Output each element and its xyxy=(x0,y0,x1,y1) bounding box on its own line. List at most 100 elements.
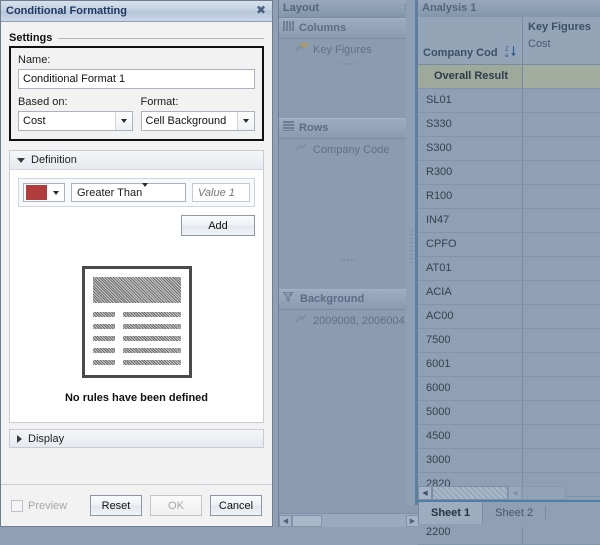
scrollbar-thumb[interactable] xyxy=(432,485,508,500)
scrollbar-right-segment[interactable]: ◀ xyxy=(508,485,566,500)
row-value xyxy=(523,113,600,136)
layout-splitter-grip[interactable]: ▪▪▪▪▪ xyxy=(279,61,418,69)
value-1-input[interactable] xyxy=(192,183,250,202)
analysis-panel-titlebar: Analysis 1 xyxy=(418,0,600,18)
row-value xyxy=(523,305,600,328)
table-row[interactable]: AT01 xyxy=(418,257,600,281)
layout-columns-body: Key Figures ▪▪▪▪▪ xyxy=(279,39,418,118)
table-row[interactable]: S330 xyxy=(418,113,600,137)
ok-button[interactable]: OK xyxy=(150,495,202,516)
row-key: CPFO xyxy=(418,233,523,256)
operator-value: Greater Than xyxy=(77,186,143,199)
cancel-button[interactable]: Cancel xyxy=(210,495,262,516)
table-row[interactable]: R100 xyxy=(418,185,600,209)
layout-section-columns[interactable]: Columns xyxy=(279,18,418,39)
definition-pane-header[interactable]: Definition xyxy=(10,151,263,170)
row-value xyxy=(523,401,600,424)
row-value xyxy=(523,233,600,256)
color-swatch xyxy=(26,185,47,200)
row-key: SL01 xyxy=(418,89,523,112)
splitter-grip[interactable] xyxy=(410,230,413,264)
table-row-total[interactable]: Overall Result xyxy=(418,65,600,89)
row-value xyxy=(523,137,600,160)
empty-rules-message: No rules have been defined xyxy=(64,392,209,404)
row-value xyxy=(523,449,600,472)
scroll-left-icon[interactable]: ◀ xyxy=(418,485,432,500)
table-row[interactable]: 6000 xyxy=(418,377,600,401)
table-row[interactable]: SL01 xyxy=(418,89,600,113)
preview-checkbox[interactable]: Preview xyxy=(11,499,67,512)
scrollbar-thumb-secondary[interactable] xyxy=(522,485,566,500)
layout-section-background[interactable]: Background xyxy=(279,289,418,310)
grid-header-dimension[interactable]: Company Cod Za xyxy=(418,17,523,64)
layout-horizontal-scrollbar[interactable]: ◀ ▶ xyxy=(279,513,419,527)
operator-select[interactable]: Greater Than xyxy=(71,182,186,202)
layout-panel-title: Layout xyxy=(283,2,320,14)
chevron-down-icon[interactable] xyxy=(142,182,149,199)
scroll-left-icon-secondary[interactable]: ◀ xyxy=(508,485,522,500)
table-row[interactable]: 6001 xyxy=(418,353,600,377)
grid-rows-container: SL01 S330 S300 R300 R100 IN47 CPFO AT01 ACIA AC00… xyxy=(418,89,600,545)
table-row[interactable]: IN47 xyxy=(418,209,600,233)
table-row[interactable]: 4500 xyxy=(418,425,600,449)
table-row[interactable]: ACIA xyxy=(418,281,600,305)
layout-item-key-figures[interactable]: Key Figures xyxy=(279,39,418,61)
tab-sheet-2[interactable]: Sheet 2 xyxy=(483,502,545,524)
tab-sheet-1[interactable]: Sheet 1 xyxy=(418,502,484,524)
settings-group-label: Settings xyxy=(9,32,53,44)
layout-item-company-code[interactable]: Company Code xyxy=(279,139,418,161)
chevron-right-icon[interactable] xyxy=(17,434,22,443)
display-pane-header[interactable]: Display xyxy=(9,429,264,448)
sheet-tab-bar: Sheet 1 Sheet 2 xyxy=(418,500,600,527)
based-on-select[interactable]: Cost xyxy=(18,111,133,131)
chevron-down-icon[interactable] xyxy=(114,112,132,130)
row-value xyxy=(523,161,600,184)
table-row[interactable]: 3000 xyxy=(418,449,600,473)
columns-icon xyxy=(283,19,294,38)
chevron-down-icon[interactable] xyxy=(17,157,25,163)
reset-button[interactable]: Reset xyxy=(90,495,142,516)
table-row[interactable]: AC00 xyxy=(418,305,600,329)
measure-label: Cost xyxy=(528,38,551,50)
table-row[interactable]: CPFO xyxy=(418,233,600,257)
layout-item-background-filter[interactable]: 2009008, 2006004, xyxy=(279,310,418,332)
scroll-left-icon[interactable]: ◀ xyxy=(279,514,292,527)
table-row[interactable]: 7500 xyxy=(418,329,600,353)
definition-pane-body: Greater Than Add xyxy=(10,170,263,422)
layout-section-rows[interactable]: Rows xyxy=(279,118,418,139)
row-key: ACIA xyxy=(418,281,523,304)
layout-item-label: 2009008, 2006004, xyxy=(313,315,408,327)
format-select[interactable]: Cell Background xyxy=(140,111,255,131)
row-value xyxy=(523,329,600,352)
name-input[interactable] xyxy=(18,69,255,89)
sort-descending-icon[interactable]: Za xyxy=(505,45,516,60)
table-row[interactable]: S300 xyxy=(418,137,600,161)
key-figures-icon xyxy=(295,43,308,57)
color-picker-button[interactable] xyxy=(23,183,65,202)
analysis-horizontal-scrollbar[interactable]: ◀ ◀ xyxy=(418,485,600,500)
based-on-format-row: Based on: Cost Format: Cell Background xyxy=(18,96,255,131)
checkbox-box[interactable] xyxy=(11,499,23,512)
grid-header-measure[interactable]: Key Figures Cost xyxy=(523,17,600,64)
chevron-down-icon[interactable] xyxy=(47,190,64,195)
row-key: R100 xyxy=(418,185,523,208)
row-key: 6000 xyxy=(418,377,523,400)
document-placeholder-icon xyxy=(81,266,192,378)
table-row[interactable]: 5000 xyxy=(418,401,600,425)
layout-panel: Layout ✖ Columns Key Figures ▪▪▪▪▪ xyxy=(278,0,419,527)
add-button[interactable]: Add xyxy=(181,215,255,236)
dimension-icon xyxy=(295,143,308,157)
conditional-formatting-dialog: Conditional Formatting ✖ Settings Name: … xyxy=(0,0,273,527)
scrollbar-thumb[interactable] xyxy=(292,514,322,527)
row-value xyxy=(523,281,600,304)
analysis-panel: Analysis 1 Company Cod Za Key Figures Co… xyxy=(418,0,600,545)
layout-item-label: Company Code xyxy=(313,144,390,156)
row-value xyxy=(523,353,600,376)
layout-splitter-grip[interactable]: ▪▪▪▪▪ xyxy=(279,257,418,265)
group-divider xyxy=(58,37,264,39)
layout-section-label: Columns xyxy=(299,22,347,34)
table-row[interactable]: R300 xyxy=(418,161,600,185)
close-icon[interactable]: ✖ xyxy=(256,3,266,17)
chevron-down-icon[interactable] xyxy=(237,112,254,130)
scrollbar-left-segment[interactable]: ◀ xyxy=(418,485,508,500)
